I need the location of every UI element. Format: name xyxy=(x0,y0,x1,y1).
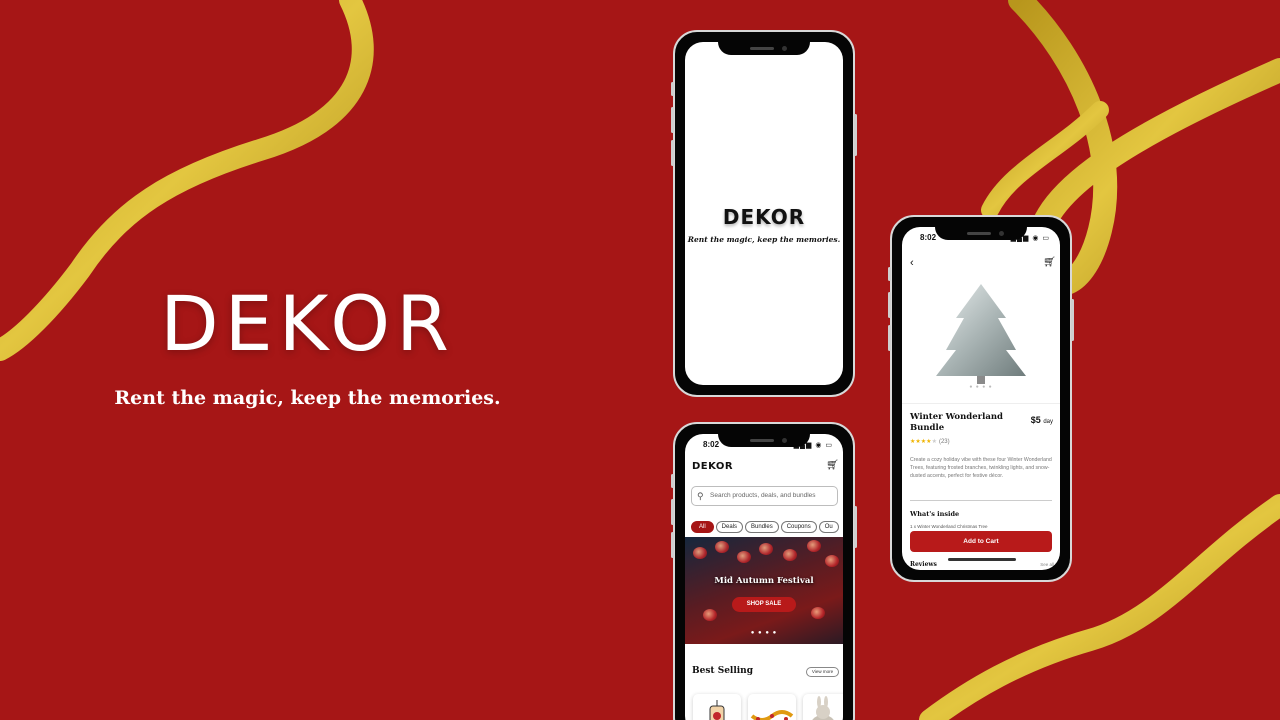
product-card-rabbit[interactable] xyxy=(803,694,843,720)
phone-side-button xyxy=(888,325,891,351)
phone-side-button xyxy=(671,82,674,96)
lantern-graphic xyxy=(693,547,707,559)
splash-logo: DEKOR xyxy=(722,205,806,229)
hero-tagline: Rent the magic, keep the memories. xyxy=(114,387,501,409)
product-screen: 8:02 ▂▄▆ ◉ ▭ ‹ 🛒︎ ● ● ● ● Winter Wonderl… xyxy=(902,227,1060,570)
home-screen: 8:02 ▂▄▆ ◉ ▭ DEKOR 🛒︎ ⚲ Search products,… xyxy=(685,434,843,720)
lantern-graphic xyxy=(737,551,751,563)
product-description: Create a cozy holiday vibe with these fo… xyxy=(910,457,1052,479)
chip-bundles[interactable]: Bundles xyxy=(745,521,779,533)
banner-title: Mid Autumn Festival xyxy=(714,576,814,586)
hero-title: DEKOR xyxy=(160,279,455,368)
phone-side-button xyxy=(671,140,674,166)
splash-phone-mockup: DEKOR Rent the magic, keep the memories. xyxy=(671,30,857,397)
phone-notch xyxy=(935,227,1027,240)
image-pagination-dots[interactable]: ● ● ● ● xyxy=(902,384,1060,390)
status-time: 8:02 xyxy=(703,440,720,449)
phone-side-button xyxy=(854,506,857,548)
lantern-product-icon xyxy=(709,700,725,720)
product-phone-mockup: 8:02 ▂▄▆ ◉ ▭ ‹ 🛒︎ ● ● ● ● Winter Wonderl… xyxy=(888,215,1074,582)
phone-side-button xyxy=(888,292,891,318)
view-more-button[interactable]: View more xyxy=(806,667,839,677)
phone-side-button xyxy=(671,474,674,488)
ribbon-top-right-tail xyxy=(981,101,1109,219)
cart-icon[interactable]: 🛒︎ xyxy=(826,460,839,471)
whats-inside-title: What's inside xyxy=(910,510,960,518)
add-to-cart-button[interactable]: Add to Cart xyxy=(910,531,1052,552)
lantern-graphic xyxy=(759,543,773,555)
phone-side-button xyxy=(671,532,674,558)
phone-side-button xyxy=(671,499,674,525)
category-chips: All Deals Bundles Coupons Ou xyxy=(691,515,841,533)
phone-side-button xyxy=(888,267,891,281)
home-logo: DEKOR xyxy=(692,461,734,472)
product-card-garland[interactable] xyxy=(748,694,796,720)
chip-coupons[interactable]: Coupons xyxy=(780,521,817,533)
product-card-lantern[interactable] xyxy=(693,694,741,720)
splash-screen: DEKOR Rent the magic, keep the memories. xyxy=(685,42,843,385)
chip-more[interactable]: Ou xyxy=(818,521,839,533)
lantern-graphic xyxy=(807,540,821,552)
cart-icon[interactable]: 🛒︎ xyxy=(1043,257,1056,268)
phone-notch xyxy=(718,42,810,55)
star-icon: ★ xyxy=(931,439,937,445)
phone-side-button xyxy=(854,114,857,156)
lantern-graphic xyxy=(783,549,797,561)
status-time: 8:02 xyxy=(920,233,937,242)
section-divider xyxy=(910,500,1052,501)
back-icon[interactable]: ‹ xyxy=(910,257,914,269)
splash-tagline: Rent the magic, keep the memories. xyxy=(687,235,841,244)
best-selling-title: Best Selling xyxy=(692,666,754,676)
phone-notch xyxy=(718,434,810,447)
lantern-graphic xyxy=(703,609,717,621)
see-all-link[interactable]: See all xyxy=(1040,562,1054,567)
chip-all[interactable]: All xyxy=(691,521,714,533)
reviews-title: Reviews xyxy=(910,561,937,568)
rating-stars: ★★★★★ (23) xyxy=(910,438,950,445)
lantern-graphic xyxy=(715,541,729,553)
lantern-graphic xyxy=(811,607,825,619)
price-value: $5 xyxy=(1030,415,1041,425)
shop-sale-button[interactable]: SHOP SALE xyxy=(732,597,796,612)
star-icons: ★★★★★ xyxy=(910,439,937,445)
rabbit-product-icon xyxy=(812,696,834,720)
phone-side-button xyxy=(671,107,674,133)
promo-banner[interactable]: Mid Autumn Festival SHOP SALE ● ● ● ● xyxy=(685,537,843,644)
garland-product-icon xyxy=(750,710,794,720)
search-input[interactable]: ⚲ Search products, deals, and bundles xyxy=(691,486,838,506)
lantern-graphic xyxy=(825,555,839,567)
home-phone-mockup: 8:02 ▂▄▆ ◉ ▭ DEKOR 🛒︎ ⚲ Search products,… xyxy=(671,422,857,720)
banner-pagination-dots[interactable]: ● ● ● ● xyxy=(685,630,843,636)
search-placeholder: Search products, deals, and bundles xyxy=(710,492,816,499)
price-unit: day xyxy=(1043,419,1053,425)
rating-count: (23) xyxy=(938,439,950,445)
product-price: $5 day xyxy=(1031,415,1053,425)
whats-inside-item: 1 x Winter Wonderland Christmas Tree xyxy=(910,524,988,529)
home-indicator xyxy=(948,558,1016,561)
chip-deals[interactable]: Deals xyxy=(715,521,744,533)
product-name: Winter Wonderland Bundle xyxy=(910,412,1003,433)
phone-side-button xyxy=(1071,299,1074,341)
search-icon: ⚲ xyxy=(697,491,704,501)
